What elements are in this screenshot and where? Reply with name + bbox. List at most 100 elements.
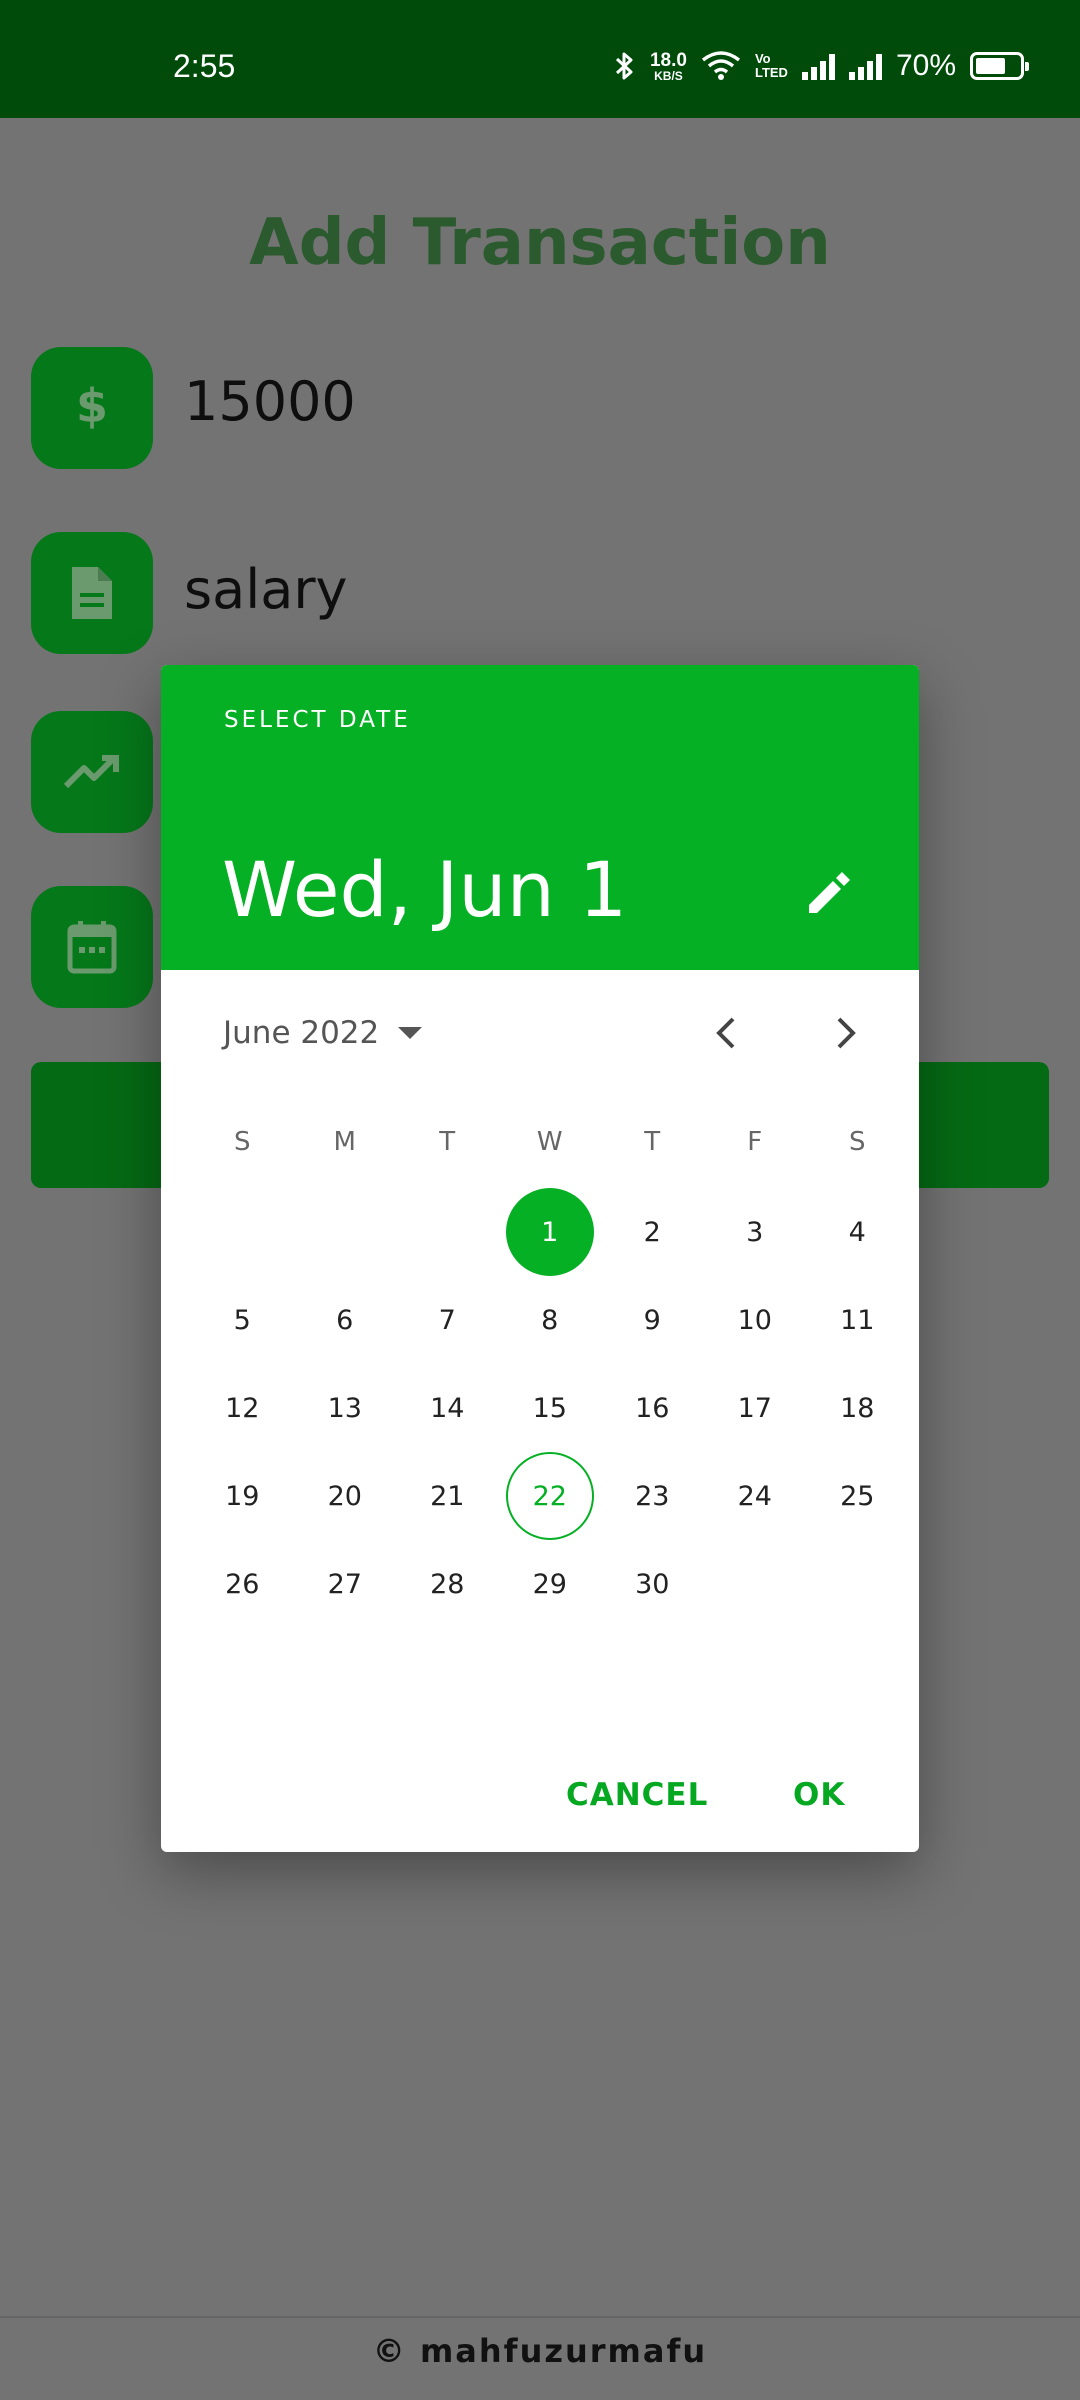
date-icon-box[interactable]: [31, 886, 153, 1008]
day-cell-27[interactable]: 27: [294, 1540, 397, 1628]
day-cell-9[interactable]: 9: [601, 1276, 704, 1364]
type-icon-box[interactable]: [31, 711, 153, 833]
amount-icon-box: $: [31, 347, 153, 469]
day-number: 30: [635, 1568, 670, 1600]
day-cell-25[interactable]: 25: [806, 1452, 909, 1540]
status-bar: 2:55 18.0 KB/S Vo LTED 70%: [0, 0, 1080, 118]
day-number: 25: [840, 1480, 875, 1512]
day-number: 10: [737, 1304, 772, 1336]
day-cell-1[interactable]: 1: [499, 1188, 602, 1276]
day-number: 27: [327, 1568, 362, 1600]
day-cell-17[interactable]: 17: [704, 1364, 807, 1452]
weekday-label: S: [848, 1127, 866, 1157]
page-title: Add Transaction: [249, 206, 831, 280]
day-number: 6: [336, 1304, 354, 1336]
signal-1-icon: [801, 52, 835, 80]
day-cell-23[interactable]: 23: [601, 1452, 704, 1540]
dropdown-arrow-icon: [398, 1027, 423, 1039]
day-number: 23: [635, 1480, 670, 1512]
day-cell-3[interactable]: 3: [704, 1188, 807, 1276]
day-number: 18: [840, 1392, 875, 1424]
day-number: 2: [643, 1216, 661, 1248]
month-year-label: June 2022: [223, 1015, 380, 1051]
day-cell-16[interactable]: 16: [601, 1364, 704, 1452]
day-cell-10[interactable]: 10: [704, 1276, 807, 1364]
date-picker-header: SELECT DATE Wed, Jun 1: [161, 665, 919, 970]
day-number: 5: [233, 1304, 251, 1336]
day-number: 15: [532, 1392, 567, 1424]
amount-field[interactable]: 15000: [184, 370, 356, 433]
empty-cell: [191, 1188, 294, 1276]
day-number: 21: [430, 1480, 465, 1512]
ok-button[interactable]: OK: [793, 1765, 845, 1825]
weekday-label: W: [536, 1127, 563, 1157]
weekday-label: T: [644, 1127, 661, 1157]
svg-text:$: $: [76, 379, 108, 433]
calendar-icon: [67, 921, 117, 974]
day-number: 13: [327, 1392, 362, 1424]
day-cell-15[interactable]: 15: [499, 1364, 602, 1452]
day-cell-7[interactable]: 7: [396, 1276, 499, 1364]
trending-up-icon: [63, 755, 119, 789]
day-number: 8: [541, 1304, 559, 1336]
day-cell-29[interactable]: 29: [499, 1540, 602, 1628]
day-number: 17: [737, 1392, 772, 1424]
document-icon: [72, 567, 112, 619]
bluetooth-icon: [615, 52, 633, 80]
day-cell-14[interactable]: 14: [396, 1364, 499, 1452]
day-number: 19: [225, 1480, 260, 1512]
day-cell-20[interactable]: 20: [294, 1452, 397, 1540]
day-cell-6[interactable]: 6: [294, 1276, 397, 1364]
day-number: 4: [848, 1216, 866, 1248]
note-field[interactable]: salary: [184, 558, 347, 621]
day-cell-13[interactable]: 13: [294, 1364, 397, 1452]
day-cell-8[interactable]: 8: [499, 1276, 602, 1364]
day-cell-12[interactable]: 12: [191, 1364, 294, 1452]
dialog-actions: CANCEL OK: [161, 1765, 919, 1825]
date-picker-dialog: SELECT DATE Wed, Jun 1 June 2022 S M T W T F S…: [161, 665, 919, 1852]
status-icons: 18.0 KB/S Vo LTED 70%: [614, 44, 1029, 88]
day-cell-19[interactable]: 19: [191, 1452, 294, 1540]
note-icon-box: [31, 532, 153, 654]
weekday-label: T: [439, 1127, 456, 1157]
day-cell-4[interactable]: 4: [806, 1188, 909, 1276]
day-number: 7: [438, 1304, 456, 1336]
footer-divider: [0, 2316, 1080, 2318]
battery-percent: 70%: [895, 49, 956, 82]
day-number: 22: [505, 1452, 594, 1540]
cancel-button[interactable]: CANCEL: [566, 1765, 708, 1825]
day-number: 9: [643, 1304, 661, 1336]
day-cell-24[interactable]: 24: [704, 1452, 807, 1540]
calendar-grid: 1 2 3 4 5 6 7 8 9 10 11 12 13 14 15 16 17 18 19 20 21 22 23 24 2…: [191, 1188, 907, 1628]
edit-pencil-icon[interactable]: [801, 865, 857, 921]
day-cell-21[interactable]: 21: [396, 1452, 499, 1540]
day-cell-22[interactable]: 22: [499, 1452, 602, 1540]
weekday-label: S: [233, 1127, 251, 1157]
month-year-selector[interactable]: June 2022: [223, 1003, 423, 1063]
day-cell-18[interactable]: 18: [806, 1364, 909, 1452]
day-number: 29: [532, 1568, 567, 1600]
day-number: 16: [635, 1392, 670, 1424]
day-number: 26: [225, 1568, 260, 1600]
day-number: 3: [746, 1216, 764, 1248]
net-speed: 18.0 KB/S: [649, 49, 687, 83]
wifi-icon: [701, 51, 741, 80]
month-navigation: June 2022: [161, 1003, 919, 1063]
dollar-icon: $: [76, 379, 108, 433]
day-cell-2[interactable]: 2: [601, 1188, 704, 1276]
next-month-button[interactable]: [817, 1003, 877, 1063]
signal-2-icon: [848, 52, 882, 80]
battery-icon: [970, 52, 1029, 80]
empty-cell: [396, 1188, 499, 1276]
chevron-right-icon: [837, 1017, 856, 1049]
day-cell-11[interactable]: 11: [806, 1276, 909, 1364]
day-cell-26[interactable]: 26: [191, 1540, 294, 1628]
empty-cell: [294, 1188, 397, 1276]
volte-indicator: Vo LTED: [754, 51, 788, 80]
day-number: 20: [327, 1480, 362, 1512]
day-cell-30[interactable]: 30: [601, 1540, 704, 1628]
previous-month-button[interactable]: [695, 1003, 755, 1063]
day-cell-5[interactable]: 5: [191, 1276, 294, 1364]
day-number: 11: [840, 1304, 875, 1336]
day-cell-28[interactable]: 28: [396, 1540, 499, 1628]
